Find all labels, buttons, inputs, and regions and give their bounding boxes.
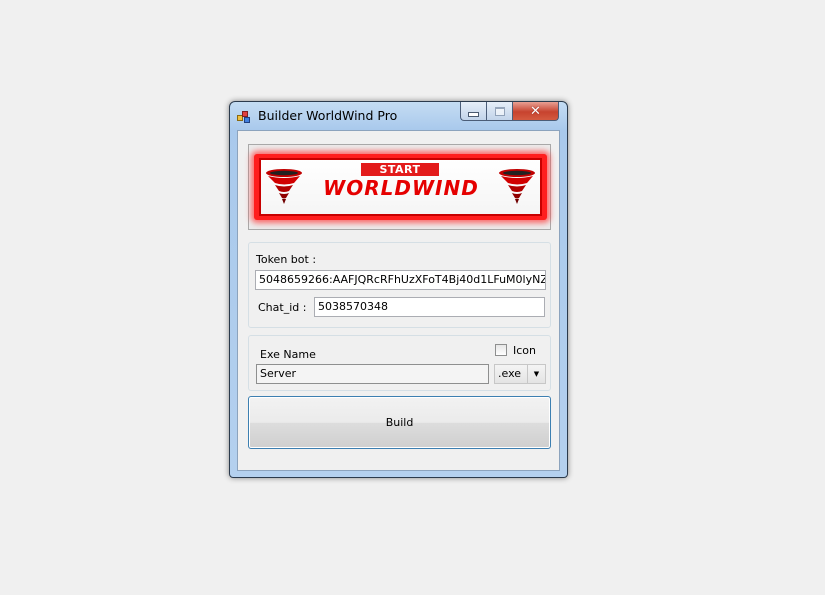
close-icon: ✕ (530, 103, 541, 119)
extension-select-value: .exe (498, 367, 522, 380)
minimize-button[interactable] (460, 102, 486, 121)
icon-checkbox-label[interactable]: Icon (513, 344, 536, 357)
close-button[interactable]: ✕ (512, 102, 559, 121)
token-label: Token bot : (256, 253, 317, 266)
tornado-icon (266, 169, 302, 204)
token-input[interactable]: 5048659266:AAFJQRcRFhUzXFoT4Bj40d1LFuM0l… (255, 270, 546, 290)
minimize-icon (468, 111, 479, 117)
maximize-icon (494, 106, 505, 116)
banner-frame: START WORLDWIND (254, 154, 547, 220)
chevron-down-icon[interactable]: ▼ (527, 365, 545, 383)
extension-select[interactable]: .exe ▼ (494, 364, 546, 384)
banner-start-label: START (361, 163, 439, 176)
telegram-settings-group: Token bot : 5048659266:AAFJQRcRFhUzXFoT4… (248, 242, 551, 328)
banner-picture: START WORLDWIND (248, 144, 551, 230)
exe-settings-group: Exe Name Icon Server .exe ▼ (248, 335, 551, 391)
maximize-button (486, 102, 512, 121)
banner-inner: START WORLDWIND (259, 158, 542, 216)
tornado-icon (499, 169, 535, 204)
app-icon[interactable] (237, 109, 251, 123)
build-button[interactable]: Build (248, 396, 551, 449)
client-area: START WORLDWIND Token bot : 5048659266:A… (237, 130, 560, 471)
title-bar[interactable]: Builder WorldWind Pro ✕ (230, 102, 567, 130)
builder-window: Builder WorldWind Pro ✕ START WORLDWIND … (229, 101, 568, 478)
exe-name-label: Exe Name (260, 348, 316, 361)
exe-name-input[interactable]: Server (256, 364, 489, 384)
icon-checkbox[interactable] (495, 344, 507, 356)
banner-title: WORLDWIND (323, 176, 479, 200)
chat-id-input[interactable]: 5038570348 (314, 297, 545, 317)
chat-id-label: Chat_id : (258, 301, 307, 314)
window-title: Builder WorldWind Pro (258, 108, 398, 123)
